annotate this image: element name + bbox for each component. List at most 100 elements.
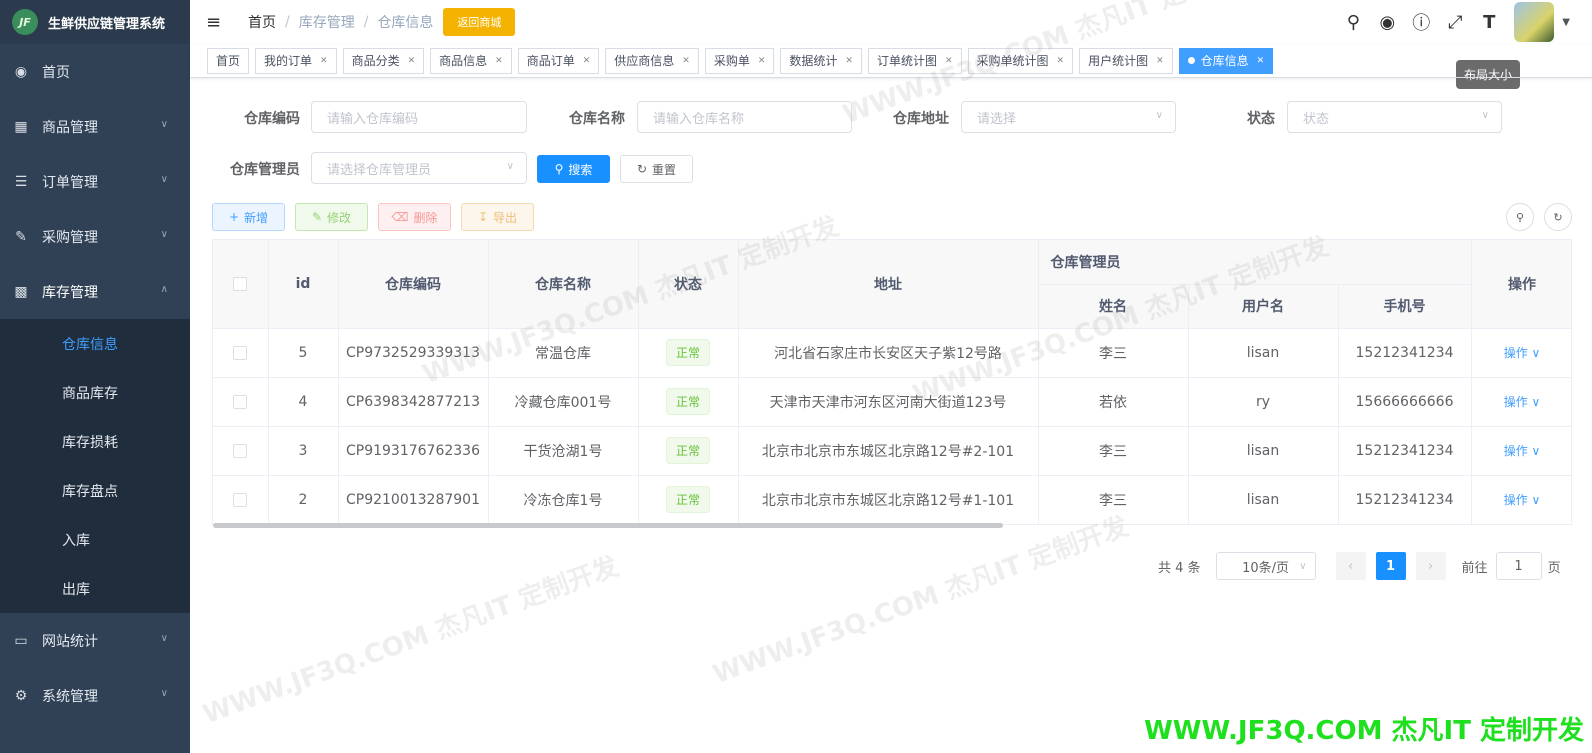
close-icon[interactable]: ✕ (320, 56, 328, 66)
edit-icon: ✎ (15, 228, 27, 245)
avatar[interactable] (1514, 2, 1555, 42)
close-icon[interactable]: ✕ (1156, 56, 1164, 66)
close-icon[interactable]: ✕ (758, 56, 766, 66)
tag-warehouse[interactable]: 仓库信息 ✕ (1178, 47, 1274, 74)
chevron-down-icon: ∨ (160, 633, 168, 644)
address-select[interactable]: 请选择 ∨ (961, 101, 1176, 133)
delete-button[interactable]: ⌫ 删除 (378, 203, 451, 231)
tag-user-chart[interactable]: 用户统计图 ✕ (1079, 47, 1173, 74)
add-button[interactable]: + 新增 (212, 203, 285, 231)
cell-phone: 15666666666 (1338, 377, 1472, 427)
app-logo: JF (12, 9, 38, 35)
row-action-dropdown[interactable]: 操作 ∨ (1504, 346, 1541, 360)
edit-button[interactable]: ✎ 修改 (295, 203, 368, 231)
row-action-dropdown[interactable]: 操作 ∨ (1504, 395, 1541, 409)
chevron-left-icon: ‹ (1347, 558, 1354, 574)
row-checkbox[interactable] (233, 443, 248, 458)
code-input[interactable]: 请输入仓库编码 (311, 101, 527, 133)
tag-data-stats[interactable]: 数据统计 ✕ (780, 47, 862, 74)
cell-manager: 李三 (1038, 475, 1189, 524)
close-icon[interactable]: ✕ (682, 56, 690, 66)
tag-category[interactable]: 商品分类 ✕ (342, 47, 425, 74)
row-checkbox[interactable] (233, 345, 248, 360)
tag-product-order[interactable]: 商品订单 ✕ (517, 47, 600, 74)
sidebar-item-product[interactable]: ▦ 商品管理 ∨ (0, 99, 190, 154)
chevron-down-icon: ∨ (160, 688, 168, 699)
close-icon[interactable]: ✕ (945, 56, 953, 66)
tag-label: 首页 (216, 54, 241, 68)
sidebar-sub-loss[interactable]: 库存损耗 (0, 417, 190, 466)
tag-supplier[interactable]: 供应商信息 ✕ (605, 47, 699, 74)
cell-status: 正常 (638, 426, 739, 476)
close-icon[interactable]: ✕ (583, 56, 591, 66)
sidebar-item-order[interactable]: ☰ 订单管理 ∨ (0, 154, 190, 209)
search-icon[interactable]: ⚲ (1336, 12, 1370, 33)
hamburger-icon[interactable]: ≡ (206, 12, 228, 33)
sidebar-item-home[interactable]: ◉ 首页 (0, 44, 190, 99)
breadcrumb-home[interactable]: 首页 (248, 12, 276, 32)
sidebar-sub-stock[interactable]: 商品库存 (0, 368, 190, 417)
tag-purchase-chart[interactable]: 采购单统计图 ✕ (967, 47, 1074, 74)
document-icon: ▦ (14, 118, 28, 135)
sidebar-sub-check[interactable]: 库存盘点 (0, 466, 190, 515)
help-icon[interactable]: ⓘ (1404, 9, 1438, 35)
next-page-button[interactable]: › (1415, 552, 1446, 580)
cell-id: 2 (268, 475, 339, 524)
status-badge: 正常 (665, 339, 710, 366)
tag-purchase[interactable]: 采购单 ✕ (704, 47, 775, 74)
chevron-down-icon: ∨ (1299, 560, 1307, 572)
font-size-icon[interactable]: T (1472, 12, 1506, 33)
toggle-search-button[interactable]: ⚲ (1506, 203, 1534, 231)
status-select[interactable]: 状态 ∨ (1287, 101, 1502, 133)
close-icon[interactable]: ✕ (1257, 56, 1265, 66)
col-header-name: 仓库名称 (488, 240, 639, 329)
sidebar-item-purchase[interactable]: ✎ 采购管理 ∨ (0, 209, 190, 264)
tag-home[interactable]: 首页 (207, 47, 250, 74)
tag-label: 供应商信息 (614, 54, 675, 68)
search-button[interactable]: ⚲ 搜索 (537, 155, 610, 183)
reset-button-label: 重置 (652, 162, 677, 177)
github-icon[interactable]: ◉ (1370, 12, 1404, 33)
tag-my-orders[interactable]: 我的订单 ✕ (255, 47, 337, 74)
reset-button[interactable]: ↻ 重置 (620, 155, 693, 183)
close-icon[interactable]: ✕ (408, 56, 416, 66)
sidebar-sub-inbound[interactable]: 入库 (0, 515, 190, 564)
select-all-checkbox[interactable] (233, 276, 248, 291)
sidebar-sub-warehouse[interactable]: 仓库信息 (0, 319, 190, 368)
row-action-dropdown[interactable]: 操作 ∨ (1504, 444, 1541, 458)
action-label: 操作 (1503, 346, 1528, 360)
table-row[interactable]: 4 CP6398342877213 冷藏仓库001号 正常 天津市天津市河东区河… (213, 377, 1571, 427)
breadcrumb-inventory: 库存管理 (298, 15, 355, 31)
goto-page-input[interactable]: 1 (1495, 552, 1542, 580)
tag-product-info[interactable]: 商品信息 ✕ (430, 47, 512, 74)
cell-actions: 操作 ∨ (1471, 377, 1571, 427)
name-input[interactable]: 请输入仓库名称 (637, 101, 852, 133)
sidebar-item-label: 系统管理 (42, 688, 98, 705)
sidebar-item-system[interactable]: ⚙ 系统管理 ∨ (0, 668, 190, 723)
sidebar-item-stats[interactable]: ▭ 网站统计 ∨ (0, 613, 190, 668)
col-header-actions: 操作 (1471, 240, 1571, 329)
table-row[interactable]: 2 CP9210013287901 冷冻仓库1号 正常 北京市北京市东城区北京路… (213, 475, 1571, 524)
page-number-current[interactable]: 1 (1375, 552, 1406, 580)
table-horizontal-scrollbar[interactable] (213, 523, 1003, 528)
close-icon[interactable]: ✕ (845, 56, 853, 66)
row-action-dropdown[interactable]: 操作 ∨ (1504, 493, 1541, 507)
row-checkbox[interactable] (233, 394, 248, 409)
back-to-mall-button[interactable]: 返回商城 (443, 8, 516, 36)
refresh-button[interactable]: ↻ (1544, 203, 1572, 231)
table-row[interactable]: 3 CP9193176762336 干货沧湖1号 正常 北京市北京市东城区北京路… (213, 426, 1571, 476)
tag-order-chart[interactable]: 订单统计图 ✕ (867, 47, 962, 74)
fullscreen-icon[interactable]: ⤢ (1438, 12, 1472, 33)
sidebar-sub-outbound[interactable]: 出库 (0, 564, 190, 613)
sidebar-item-inventory[interactable]: ▩ 库存管理 ∧ (0, 264, 190, 319)
row-checkbox[interactable] (233, 492, 248, 507)
search-icon: ⚲ (1515, 210, 1525, 224)
caret-down-icon[interactable]: ▼ (1562, 17, 1570, 28)
manager-select[interactable]: 请选择仓库管理员 ∨ (311, 152, 527, 184)
prev-page-button[interactable]: ‹ (1335, 552, 1366, 580)
close-icon[interactable]: ✕ (1057, 56, 1065, 66)
table-row[interactable]: 5 CP9732529339313 常温仓库 正常 河北省石家庄市长安区天子紫1… (213, 328, 1571, 378)
page-size-select[interactable]: 10条/页 ∨ (1215, 552, 1316, 580)
close-icon[interactable]: ✕ (495, 56, 503, 66)
export-button[interactable]: ↧ 导出 (461, 203, 534, 231)
